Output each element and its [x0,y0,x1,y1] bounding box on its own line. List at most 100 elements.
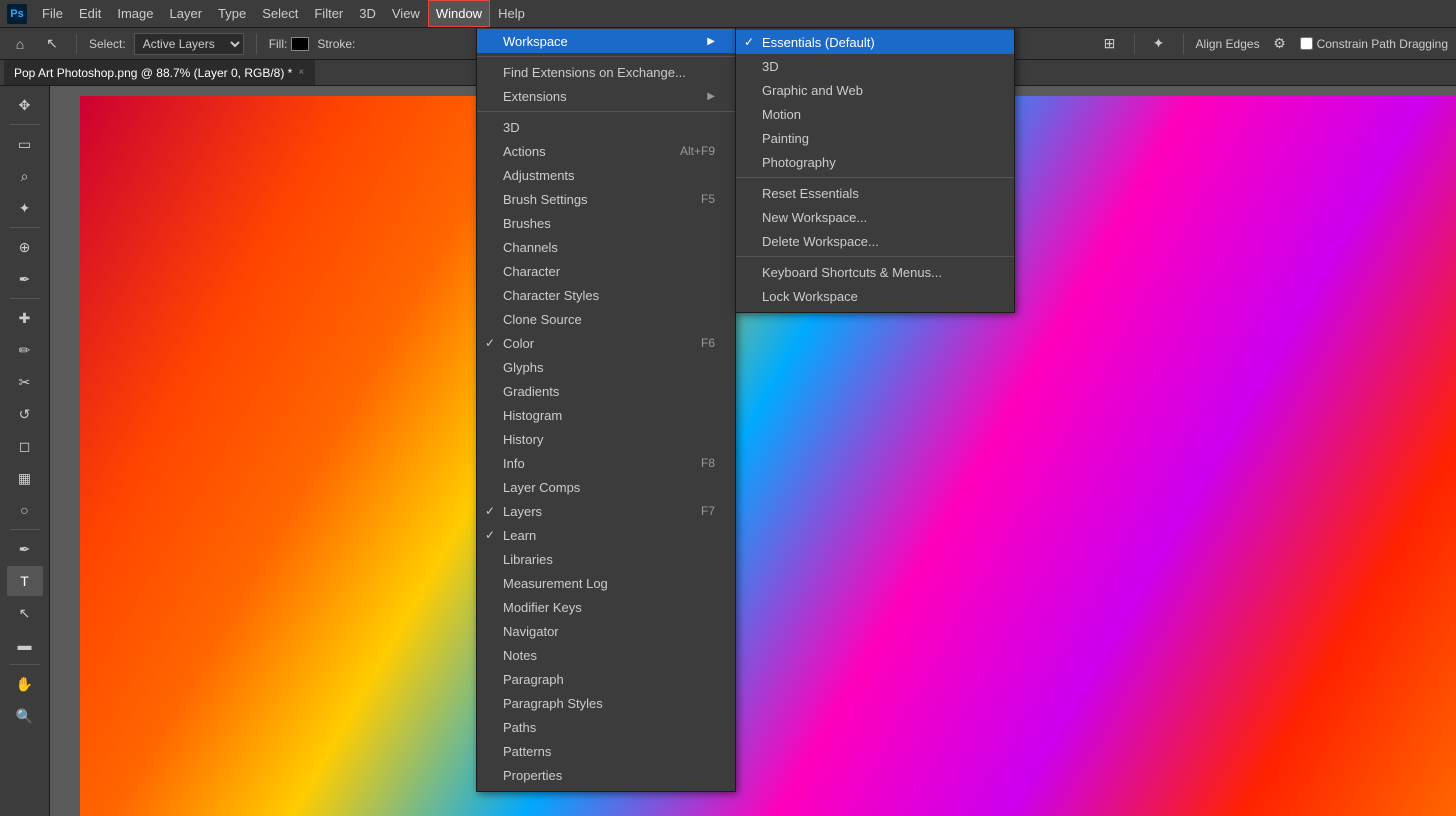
tool-history-brush[interactable]: ↺ [7,399,43,429]
menu-history[interactable]: History [477,427,735,451]
ws-painting[interactable]: Painting [736,126,1014,150]
menu-histogram[interactable]: Histogram [477,403,735,427]
tool-select-rect[interactable]: ▭ [7,129,43,159]
tool-eraser[interactable]: ◻ [7,431,43,461]
tool-sep-1 [10,124,40,125]
tool-dodge[interactable]: ○ [7,495,43,525]
tool-move[interactable]: ✥ [7,90,43,120]
tool-hand[interactable]: ✋ [7,669,43,699]
menu-extensions[interactable]: Extensions ▶ [477,84,735,108]
menu-character-styles[interactable]: Character Styles [477,283,735,307]
window-sep-2 [477,111,735,112]
menu-filter[interactable]: Filter [306,0,351,27]
menu-measurement-log[interactable]: Measurement Log [477,571,735,595]
menu-brush-settings[interactable]: Brush Settings F5 [477,187,735,211]
options-sep-3 [1134,34,1135,54]
menu-adjustments[interactable]: Adjustments [477,163,735,187]
menu-info[interactable]: Info F8 [477,451,735,475]
tab-label: Pop Art Photoshop.png @ 88.7% (Layer 0, … [14,66,292,80]
ws-keyboard-shortcuts[interactable]: Keyboard Shortcuts & Menus... [736,260,1014,284]
settings-btn[interactable]: ⚙ [1268,32,1292,56]
wand-btn[interactable]: ✦ [1147,32,1171,56]
menu-paragraph-styles[interactable]: Paragraph Styles [477,691,735,715]
tool-brush[interactable]: ✏ [7,335,43,365]
tool-stamp[interactable]: ✂ [7,367,43,397]
ws-graphic-web[interactable]: Graphic and Web [736,78,1014,102]
tool-healing[interactable]: ✚ [7,303,43,333]
menu-layer-comps[interactable]: Layer Comps [477,475,735,499]
tool-eyedropper[interactable]: ✒ [7,264,43,294]
home-btn[interactable]: ⌂ [8,32,32,56]
menu-paragraph[interactable]: Paragraph [477,667,735,691]
menu-navigator[interactable]: Navigator [477,619,735,643]
color-shortcut: F6 [701,336,715,350]
tool-crop[interactable]: ⊕ [7,232,43,262]
menu-paths[interactable]: Paths [477,715,735,739]
left-toolbar: ✥ ▭ ⌕ ✦ ⊕ ✒ ✚ ✏ ✂ ↺ ◻ ▦ ○ ✒ T ↖ ▬ ✋ 🔍 [0,86,50,816]
window-dropdown: Arrange ▶ Workspace ▶ Essentials (Defaul… [476,0,736,792]
menu-find-extensions[interactable]: Find Extensions on Exchange... [477,60,735,84]
menu-clone-source[interactable]: Clone Source [477,307,735,331]
fill-swatch[interactable] [291,37,309,51]
tool-lasso[interactable]: ⌕ [7,161,43,191]
extensions-arrow: ▶ [707,91,715,102]
menu-learn[interactable]: Learn [477,523,735,547]
menu-3d[interactable]: 3D [477,115,735,139]
menu-help[interactable]: Help [490,0,533,27]
menu-notes[interactable]: Notes [477,643,735,667]
info-shortcut: F8 [701,456,715,470]
menu-glyphs[interactable]: Glyphs [477,355,735,379]
menu-type[interactable]: Type [210,0,254,27]
ws-essentials[interactable]: Essentials (Default) [736,30,1014,54]
constrain-checkbox[interactable] [1300,37,1313,50]
menu-color[interactable]: Color F6 [477,331,735,355]
menu-libraries[interactable]: Libraries [477,547,735,571]
ws-3d[interactable]: 3D [736,54,1014,78]
menu-actions[interactable]: Actions Alt+F9 [477,139,735,163]
tool-shape[interactable]: ▬ [7,630,43,660]
menu-layers[interactable]: Layers F7 [477,499,735,523]
menu-view[interactable]: View [384,0,428,27]
menu-channels[interactable]: Channels [477,235,735,259]
tab-close-btn[interactable]: × [298,67,304,78]
menu-select[interactable]: Select [254,0,306,27]
fill-label: Fill: [269,37,310,51]
ws-lock-workspace[interactable]: Lock Workspace [736,284,1014,308]
menu-3d[interactable]: 3D [351,0,384,27]
menu-character[interactable]: Character [477,259,735,283]
window-menu-dropdown: Arrange ▶ Workspace ▶ Essentials (Defaul… [476,0,736,792]
workspace-submenu: Essentials (Default) 3D Graphic and Web … [735,25,1015,313]
ws-motion[interactable]: Motion [736,102,1014,126]
menu-file[interactable]: File [34,0,71,27]
menu-window[interactable]: Window [428,0,490,27]
ws-new-workspace[interactable]: New Workspace... [736,205,1014,229]
menu-patterns[interactable]: Patterns [477,739,735,763]
move-tool-btn[interactable]: ↖ [40,32,64,56]
constrain-label[interactable]: Constrain Path Dragging [1300,37,1448,51]
arrange-btn[interactable]: ⊞ [1098,32,1122,56]
menu-brushes[interactable]: Brushes [477,211,735,235]
tool-sep-3 [10,298,40,299]
tool-sep-5 [10,664,40,665]
menu-edit[interactable]: Edit [71,0,109,27]
menu-image[interactable]: Image [109,0,161,27]
ws-photography[interactable]: Photography [736,150,1014,174]
menu-layer[interactable]: Layer [162,0,211,27]
tool-type[interactable]: T [7,566,43,596]
ws-reset-essentials[interactable]: Reset Essentials [736,181,1014,205]
menu-properties[interactable]: Properties [477,763,735,787]
document-tab[interactable]: Pop Art Photoshop.png @ 88.7% (Layer 0, … [4,60,315,85]
ws-delete-workspace[interactable]: Delete Workspace... [736,229,1014,253]
tool-zoom[interactable]: 🔍 [7,701,43,731]
tool-path-select[interactable]: ↖ [7,598,43,628]
layers-shortcut: F7 [701,504,715,518]
tool-gradient[interactable]: ▦ [7,463,43,493]
active-layers-select[interactable]: Active Layers [134,33,244,55]
app-logo: Ps [4,1,30,27]
tool-magic-wand[interactable]: ✦ [7,193,43,223]
menu-workspace[interactable]: Workspace ▶ Essentials (Default) 3D Grap… [477,29,735,53]
tool-pen[interactable]: ✒ [7,534,43,564]
menu-gradients[interactable]: Gradients [477,379,735,403]
tool-sep-2 [10,227,40,228]
menu-modifier-keys[interactable]: Modifier Keys [477,595,735,619]
